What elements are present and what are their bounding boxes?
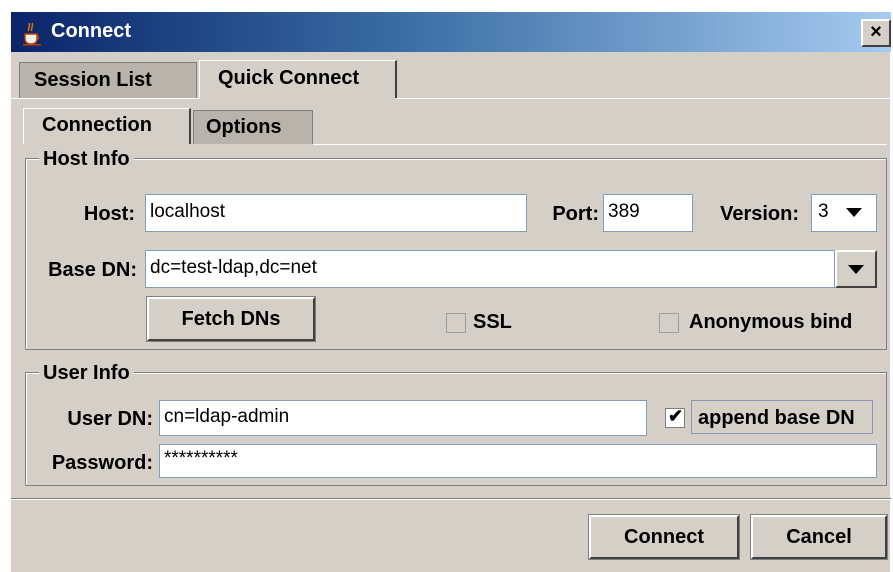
title-bar[interactable]: Connect ×	[11, 12, 891, 52]
append-base-dn-checkbox[interactable]: ✔	[665, 406, 685, 428]
user-dn-label: User DN:	[67, 408, 153, 430]
connect-dialog: Connect × Session List Quick Connect Con…	[10, 11, 891, 572]
checkmark-icon: ✔	[668, 406, 684, 426]
version-label: Version:	[720, 203, 799, 225]
tab-label: Session List	[34, 69, 152, 91]
tab-divider	[313, 144, 887, 145]
version-value: 3	[818, 201, 829, 222]
user-dn-input[interactable]: cn=ldap-admin	[159, 400, 647, 436]
anonymous-bind-checkbox[interactable]	[659, 313, 679, 333]
tab-connection[interactable]: Connection	[23, 108, 191, 144]
host-info-legend: Host Info	[39, 148, 134, 171]
footer-separator	[11, 498, 891, 500]
chevron-down-icon	[846, 208, 862, 217]
cancel-button[interactable]: Cancel	[751, 515, 887, 559]
password-label: Password:	[51, 452, 153, 474]
host-label: Host:	[83, 203, 135, 225]
tab-label: Options	[206, 116, 282, 138]
tab-label: Quick Connect	[218, 67, 360, 89]
user-info-legend: User Info	[39, 362, 134, 385]
password-input[interactable]: **********	[159, 444, 877, 478]
fetch-dns-button[interactable]: Fetch DNs	[147, 297, 315, 341]
tab-quick-connect[interactable]: Quick Connect	[199, 60, 397, 98]
tab-divider	[11, 98, 199, 99]
port-label: Port:	[552, 203, 599, 225]
tab-session-list[interactable]: Session List	[19, 62, 197, 98]
close-button[interactable]: ×	[861, 19, 891, 47]
connect-button[interactable]: Connect	[589, 515, 739, 559]
append-base-dn-label: append base DN	[691, 400, 873, 434]
tab-label: Connection	[42, 114, 152, 136]
close-icon: ×	[870, 21, 882, 43]
chevron-down-icon	[848, 265, 864, 274]
base-dn-label: Base DN:	[48, 259, 137, 281]
port-input[interactable]: 389	[603, 194, 693, 232]
ssl-checkbox[interactable]	[446, 313, 466, 333]
base-dn-dropdown-button[interactable]	[835, 250, 877, 288]
ssl-label: SSL	[473, 311, 512, 333]
host-input[interactable]: localhost	[145, 194, 527, 232]
version-select[interactable]: 3	[811, 194, 877, 232]
java-cup-icon	[23, 22, 41, 46]
base-dn-input[interactable]: dc=test-ldap,dc=net	[145, 250, 835, 288]
tab-divider	[397, 98, 891, 99]
anonymous-bind-label: Anonymous bind	[689, 311, 853, 333]
window-title: Connect	[51, 20, 131, 42]
tab-options[interactable]: Options	[193, 110, 313, 144]
